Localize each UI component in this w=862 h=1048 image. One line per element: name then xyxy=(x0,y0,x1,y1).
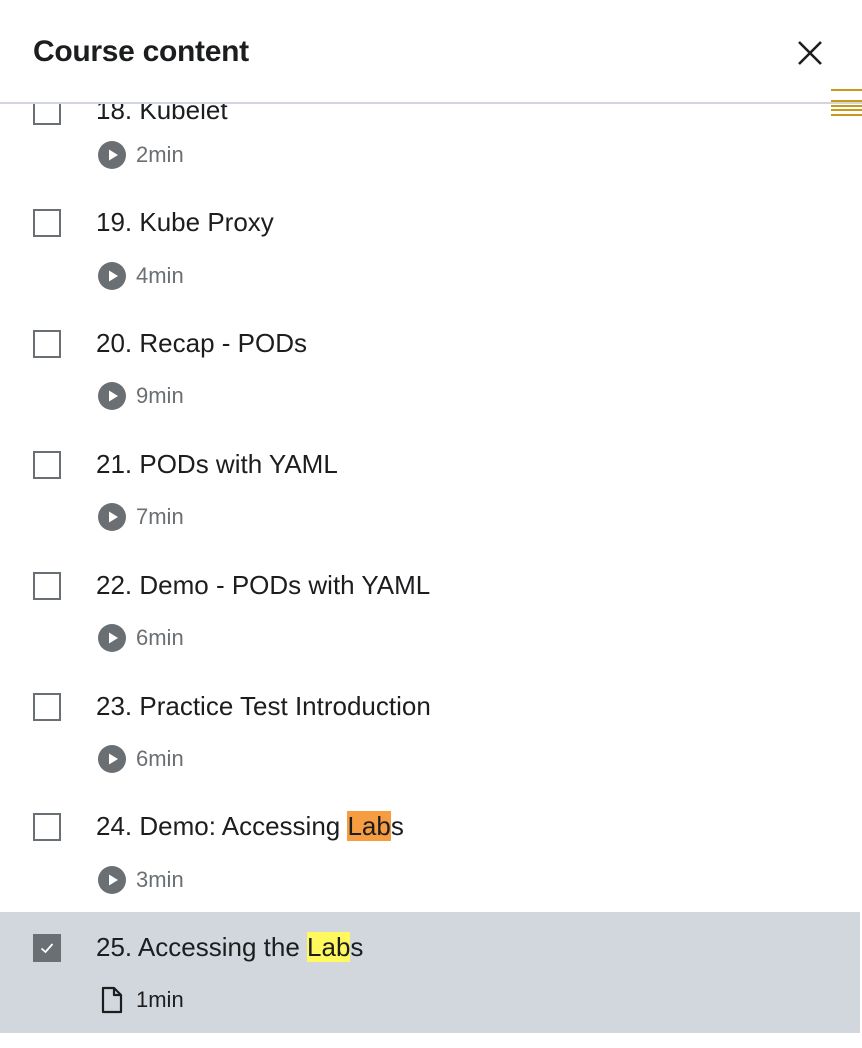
page-title: Course content xyxy=(33,35,249,68)
lecture-duration: 1min xyxy=(136,987,184,1012)
checkmark-icon xyxy=(40,943,54,954)
item-checkbox[interactable] xyxy=(33,104,61,125)
list-item-active[interactable]: 25. Accessing the Labs 1min xyxy=(0,912,860,1033)
lecture-duration: 3min xyxy=(136,867,184,892)
lecture-title-text: s xyxy=(390,811,404,841)
lecture-title: 18. Kubelet xyxy=(96,104,228,125)
lecture-title-text: s xyxy=(350,932,364,962)
search-highlight-current: Lab xyxy=(347,811,391,841)
list-item[interactable]: 24. Demo: Accessing Labs 3min xyxy=(0,755,860,894)
item-checkbox-checked[interactable] xyxy=(33,934,61,962)
list-item[interactable]: 19. Kube Proxy 4min xyxy=(0,150,860,290)
list-item[interactable]: 21. PODs with YAML 7min xyxy=(0,392,860,531)
close-button[interactable] xyxy=(790,33,830,73)
search-match-markers xyxy=(831,89,862,116)
item-checkbox[interactable] xyxy=(33,572,61,600)
lecture-title-text: 25. Accessing the xyxy=(96,932,308,962)
lecture-title: 21. PODs with YAML xyxy=(96,449,338,479)
lecture-title: 22. Demo - PODs with YAML xyxy=(96,570,431,600)
play-circle-icon xyxy=(97,865,127,895)
lecture-title: 23. Practice Test Introduction xyxy=(96,691,431,721)
list-item[interactable]: 23. Practice Test Introduction 6min xyxy=(0,634,860,773)
list-item[interactable]: 20. Recap - PODs 9min xyxy=(0,271,860,410)
item-checkbox[interactable] xyxy=(33,451,61,479)
lecture-meta: 1min xyxy=(97,985,184,1015)
lecture-meta: 3min xyxy=(97,865,184,895)
search-highlight: Lab xyxy=(307,932,351,962)
lecture-title: 19. Kube Proxy xyxy=(96,207,274,237)
item-checkbox[interactable] xyxy=(33,693,61,721)
file-icon xyxy=(97,985,127,1015)
item-checkbox[interactable] xyxy=(33,813,61,841)
list-item[interactable]: 18. Kubelet 2min xyxy=(0,104,860,169)
curriculum-list: 18. Kubelet 2min 19. Kube Proxy 4min 20.… xyxy=(0,104,860,1048)
lecture-title-text: 24. Demo: Accessing xyxy=(96,811,348,841)
course-content-header: Course content xyxy=(0,0,862,104)
close-icon xyxy=(798,41,822,65)
item-checkbox[interactable] xyxy=(33,330,61,358)
list-item[interactable]: 22. Demo - PODs with YAML 6min xyxy=(0,513,860,652)
lecture-title: 25. Accessing the Labs xyxy=(96,931,363,963)
item-checkbox[interactable] xyxy=(33,209,61,237)
lecture-title: 24. Demo: Accessing Labs xyxy=(96,810,404,842)
lecture-title: 20. Recap - PODs xyxy=(96,328,307,358)
